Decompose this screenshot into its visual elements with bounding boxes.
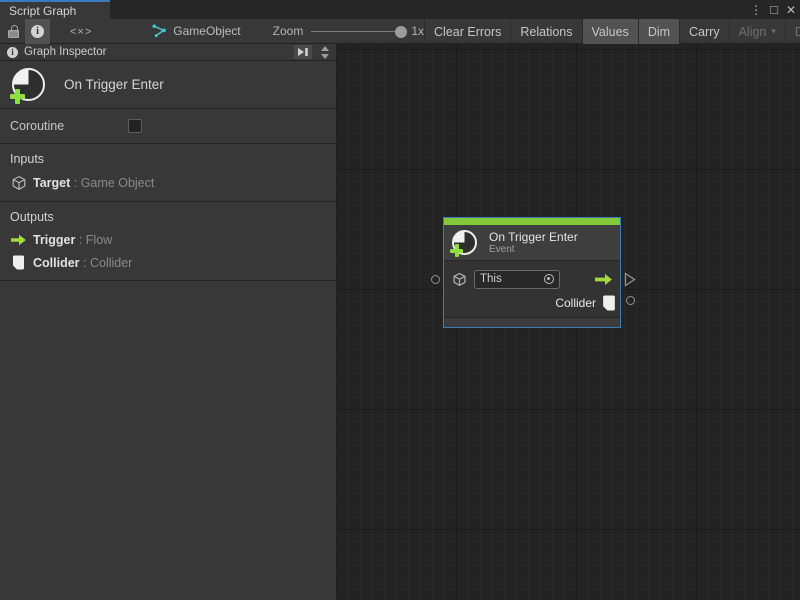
- values-button[interactable]: Values: [582, 19, 638, 44]
- close-icon[interactable]: ✕: [786, 3, 796, 17]
- collider-port-label: Collider: [555, 296, 596, 310]
- document-icon: [602, 295, 616, 311]
- toolbar-actions: Clear Errors Relations Values Dim Carry …: [424, 19, 800, 43]
- port-name: Collider: [33, 256, 80, 270]
- object-picker-icon[interactable]: [544, 274, 554, 284]
- node-body: This Collider: [444, 260, 620, 317]
- coroutine-label: Coroutine: [10, 119, 128, 133]
- panel-title: Graph Inspector: [24, 46, 106, 58]
- lock-icon: [8, 30, 19, 38]
- port-row-collider: Collider : Collider: [10, 255, 336, 270]
- distribute-dropdown-button[interactable]: Distribute ▾: [785, 19, 800, 44]
- lock-button[interactable]: [2, 19, 25, 44]
- chevron-down-icon: ▾: [771, 26, 776, 37]
- zoom-slider[interactable]: [311, 19, 403, 44]
- port-type: Collider: [90, 256, 132, 270]
- tab-label: Script Graph: [9, 4, 76, 18]
- zoom-label: Zoom: [273, 24, 304, 38]
- zoom-slider-track: [311, 31, 403, 33]
- relations-button[interactable]: Relations: [510, 19, 581, 44]
- port-row-trigger: Trigger : Flow: [10, 233, 336, 247]
- button-label: Carry: [689, 25, 720, 39]
- dim-button[interactable]: Dim: [638, 19, 679, 44]
- align-dropdown-button[interactable]: Align ▾: [729, 19, 785, 44]
- edit-code-button[interactable]: <×>: [64, 19, 98, 44]
- chevron-down-icon: [321, 54, 329, 59]
- node-accent-bar: [444, 218, 620, 225]
- zoom-value: 1x: [411, 24, 424, 38]
- outputs-heading: Outputs: [10, 210, 336, 224]
- inspector-toggle-button[interactable]: i: [25, 19, 50, 44]
- tab-script-graph[interactable]: Script Graph: [0, 0, 110, 19]
- window-titlebar: Script Graph ⋮ □ ✕: [0, 0, 800, 19]
- info-icon: i: [31, 25, 44, 38]
- graph-inspector-header: i Graph Inspector: [0, 44, 336, 61]
- plus-icon: [10, 89, 25, 104]
- button-label: Distribute: [795, 25, 800, 39]
- triangle-port-icon: [624, 272, 636, 287]
- coroutine-checkbox[interactable]: [128, 119, 142, 133]
- flow-arrow-icon: [593, 273, 613, 286]
- dock-icon: [297, 47, 309, 57]
- node-footer: [444, 317, 620, 327]
- node-collider-row: Collider: [444, 291, 620, 314]
- window-menu-icon[interactable]: ⋮: [750, 3, 762, 17]
- graph-toolbar: i <×> GameObject Zoom 1x C: [0, 19, 800, 44]
- node-subtitle: Event: [489, 244, 578, 256]
- graph-inspector-panel: i Graph Inspector On Trigger Enter Corou…: [0, 44, 337, 600]
- clear-errors-button[interactable]: Clear Errors: [424, 19, 510, 44]
- zoom-control: Zoom 1x: [273, 19, 424, 43]
- node-input-port[interactable]: [431, 275, 440, 284]
- target-object-field[interactable]: This: [474, 270, 560, 289]
- selected-unit-header: On Trigger Enter: [0, 61, 336, 109]
- unity-script-graph-window: Script Graph ⋮ □ ✕ i <×> GameOb: [0, 0, 800, 600]
- dock-panel-button[interactable]: [294, 45, 312, 59]
- button-label: Clear Errors: [434, 25, 501, 39]
- button-label: Values: [592, 25, 629, 39]
- cube-icon: [452, 272, 467, 287]
- chevron-up-icon: [321, 46, 329, 51]
- breadcrumb-label: GameObject: [173, 24, 240, 38]
- node-header[interactable]: On Trigger Enter Event: [444, 225, 620, 260]
- port-separator: :: [75, 233, 85, 247]
- document-icon: [10, 255, 27, 270]
- port-row-target: Target : Game Object: [10, 175, 336, 191]
- port-separator: :: [80, 256, 90, 270]
- port-name: Target: [33, 176, 70, 190]
- target-object-value: This: [480, 273, 544, 285]
- graph-breadcrumb[interactable]: GameObject: [152, 19, 240, 43]
- cube-icon: [10, 175, 27, 191]
- flow-arrow-icon: [10, 234, 27, 246]
- button-label: Relations: [520, 25, 572, 39]
- node-trigger-output-port[interactable]: [624, 272, 636, 287]
- carry-button[interactable]: Carry: [679, 19, 729, 44]
- node-on-trigger-enter[interactable]: On Trigger Enter Event This: [443, 217, 621, 328]
- outputs-section: Outputs Trigger : Flow Collider: [0, 202, 336, 281]
- window-controls: ⋮ □ ✕: [750, 0, 796, 19]
- node-collider-output-port[interactable]: [626, 296, 635, 305]
- node-target-row: This: [444, 267, 620, 291]
- maximize-icon[interactable]: □: [770, 3, 778, 16]
- plus-icon: [450, 244, 463, 257]
- event-unit-icon: [452, 230, 477, 255]
- inputs-section: Inputs Target : Game Object: [0, 144, 336, 202]
- port-type: Game Object: [81, 176, 155, 190]
- coroutine-row: Coroutine: [0, 109, 336, 144]
- event-unit-icon: [12, 68, 45, 101]
- zoom-slider-handle[interactable]: [395, 26, 407, 38]
- code-icon: <×>: [70, 26, 92, 38]
- port-separator: :: [70, 176, 80, 190]
- port-name: Trigger: [33, 233, 75, 247]
- node-title: On Trigger Enter: [489, 230, 578, 244]
- inputs-heading: Inputs: [10, 152, 336, 166]
- unit-title: On Trigger Enter: [64, 77, 164, 92]
- info-icon: i: [7, 47, 18, 58]
- panel-scrubber[interactable]: [318, 46, 332, 59]
- button-label: Align: [739, 25, 767, 39]
- script-graph-icon: [152, 24, 167, 38]
- port-type: Flow: [86, 233, 112, 247]
- button-label: Dim: [648, 25, 670, 39]
